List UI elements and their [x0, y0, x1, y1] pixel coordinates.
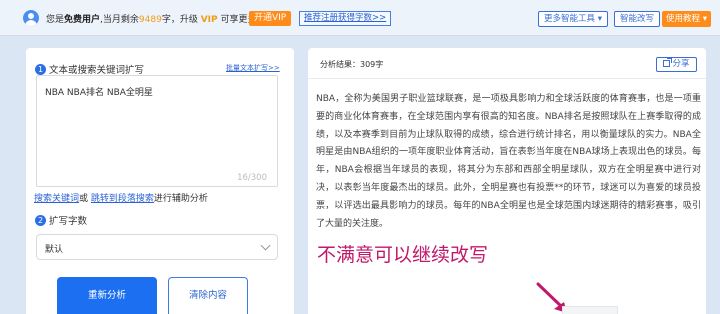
- step2-number: 2: [35, 214, 46, 226]
- remain-count: 9489: [138, 15, 162, 25]
- step2-label: 扩写字数: [49, 216, 88, 227]
- chevron-down-icon: [260, 240, 271, 251]
- open-vip-button[interactable]: 开通VIP: [249, 11, 292, 26]
- char-counter: 16/300: [237, 173, 267, 183]
- share-label: 分享: [672, 59, 690, 69]
- keyword-textarea[interactable]: NBA NBA排名 NBA全明星 16/300: [36, 75, 278, 187]
- textarea-value: NBA NBA排名 NBA全明星: [45, 88, 153, 98]
- tutorial-dropdown[interactable]: 使用教程 ▾: [662, 11, 711, 27]
- smart-rewrite-button[interactable]: 智能改写: [614, 11, 661, 27]
- clear-content-button[interactable]: 清除内容: [168, 277, 248, 314]
- share-icon: [663, 58, 673, 67]
- step1-label: 文本或搜索关键词扩写: [49, 65, 145, 76]
- helper-or: 或: [79, 194, 89, 204]
- select-value: 默认: [45, 245, 64, 255]
- user-type: 免费用户: [64, 15, 101, 25]
- vip-word: VIP: [200, 15, 218, 25]
- remain-prefix: ,当月剩余: [100, 15, 139, 25]
- reanalyze-button[interactable]: 重新分析: [57, 277, 157, 314]
- batch-expand-link[interactable]: 批量文本扩写>>: [226, 63, 280, 73]
- overlay-annotation: 不满意可以继续改写: [317, 244, 489, 266]
- word-count-select[interactable]: 默认: [36, 234, 278, 260]
- result-label: 分析结果：309字: [320, 60, 384, 69]
- paragraph-search-link[interactable]: 跳转到段落搜索: [91, 194, 154, 204]
- helper-line: 搜索关键词或 跳转到段落搜索进行辅助分析: [34, 191, 208, 204]
- user-avatar-icon: [23, 10, 39, 26]
- quota-message: 您是免费用户,当月剩余9489字，升级 VIP 可享更多字数: [46, 12, 275, 25]
- register-reward-link[interactable]: 推荐注册获得字数>>: [299, 11, 392, 26]
- top-bar: 您是免费用户,当月剩余9489字，升级 VIP 可享更多字数 开通VIP 推荐注…: [0, 0, 720, 36]
- remain-suffix: 字，升级: [161, 15, 198, 25]
- result-divider: [308, 78, 706, 79]
- result-article: NBA，全称为美国男子职业篮球联赛，是一项极具影响力和全球活跃度的体育赛事，也是…: [316, 94, 701, 229]
- step2-heading: 2 扩写字数: [35, 213, 87, 227]
- share-button[interactable]: 分享: [656, 57, 697, 72]
- step1-number: 1: [35, 63, 46, 75]
- copy-button-partial[interactable]: [562, 306, 618, 314]
- more-tools-dropdown[interactable]: 更多智能工具 ▾: [538, 11, 608, 27]
- helper-suffix: 进行辅助分析: [153, 194, 208, 204]
- greeting-text: 您是: [46, 15, 65, 25]
- search-keyword-link[interactable]: 搜索关键词: [34, 194, 79, 204]
- step1-heading: 1 文本或搜索关键词扩写: [35, 62, 144, 76]
